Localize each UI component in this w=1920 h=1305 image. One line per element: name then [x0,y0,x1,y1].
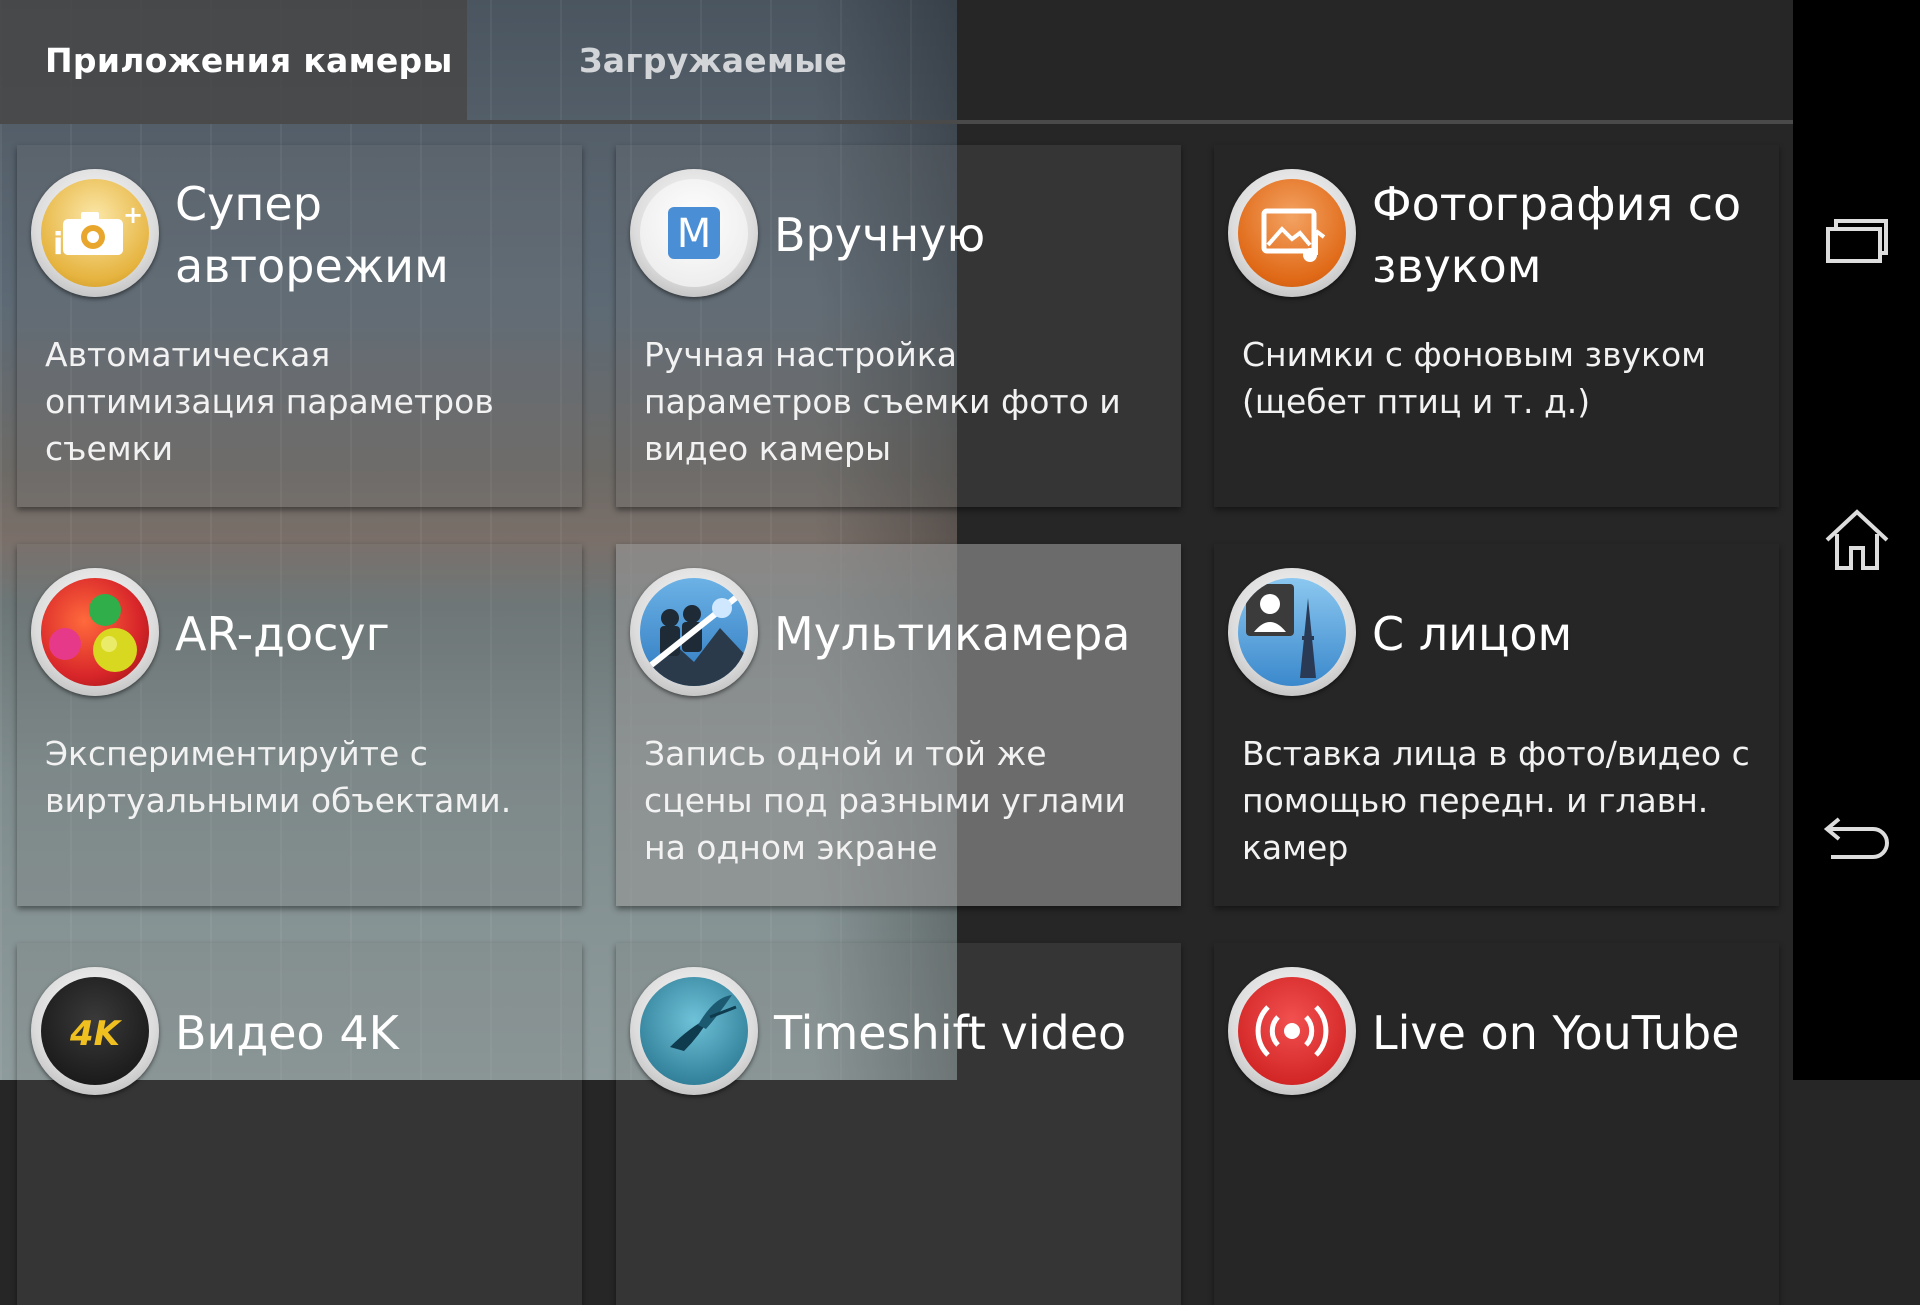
app-title: Вручную [774,208,986,262]
recent-apps-button[interactable] [1793,190,1920,290]
app-card-ar-fun[interactable]: AR-досуг Экспериментируйте с виртуальным… [17,544,582,906]
multi-camera-icon [630,568,758,696]
app-title: Фотография со звуком [1372,177,1742,293]
video-4k-glyph: 4K [69,1014,123,1054]
app-card-multi-camera[interactable]: Мультикамера Запись одной и той же сцены… [616,544,1181,906]
back-button[interactable] [1793,790,1920,890]
app-description: Снимки с фоновым звуком (щебет птиц и т.… [1242,335,1707,421]
timeshift-video-icon [630,967,758,1095]
video-4k-icon: 4K [31,967,159,1095]
app-title: С лицом [1372,607,1573,661]
manual-m-glyph: M [677,211,712,257]
manual-mode-icon: M [630,169,758,297]
svg-text:+: + [123,201,143,229]
app-card-superior-auto[interactable]: i + Супер авторежим Автоматическая оптим… [17,145,582,507]
tab-downloadable[interactable]: Загружаемые [467,0,899,120]
recent-apps-icon [1825,219,1888,263]
app-card-timeshift-video[interactable]: Timeshift video [616,943,1181,1305]
tab-label: Загружаемые [579,40,848,80]
back-icon [1823,817,1889,859]
app-description: Ручная настройка параметров съемки фото … [644,335,1121,468]
app-title: Видео 4K [175,1006,399,1060]
app-card-manual[interactable]: M Вручную Ручная настройка параметров съ… [616,145,1181,507]
ar-fun-icon [31,568,159,696]
app-title: Live on YouTube [1372,1006,1740,1060]
app-card-video-4k[interactable]: 4K Видео 4K [17,943,582,1305]
navigation-bar [1793,0,1920,1080]
app-card-live-youtube[interactable]: Live on YouTube [1214,943,1779,1305]
app-title: AR-досуг [175,607,390,661]
app-description: Вставка лица в фото/видео с помощью пере… [1242,734,1750,867]
app-title: Супер авторежим [175,177,449,293]
app-description: Экспериментируйте с виртуальными объекта… [45,734,512,820]
home-icon [1825,509,1888,570]
app-card-face-in-picture[interactable]: С лицом Вставка лица в фото/видео с помо… [1214,544,1779,906]
app-title: Мультикамера [774,607,1131,661]
app-title: Timeshift video [774,1006,1127,1060]
sound-photo-icon [1228,169,1356,297]
superior-auto-icon: i + [31,169,159,297]
app-card-sound-photo[interactable]: Фотография со звуком Снимки с фоновым зв… [1214,145,1779,507]
svg-text:i: i [53,227,63,262]
app-description: Запись одной и той же сцены под разными … [644,734,1126,867]
tab-divider [0,120,1793,124]
tab-bar: Приложения камеры Загружаемые [0,0,1793,124]
face-in-picture-icon [1228,568,1356,696]
tab-label: Приложения камеры [45,40,453,80]
tab-camera-apps[interactable]: Приложения камеры [0,0,467,120]
app-description: Автоматическая оптимизация параметров съ… [45,335,494,468]
home-button[interactable] [1793,490,1920,590]
live-youtube-icon [1228,967,1356,1095]
